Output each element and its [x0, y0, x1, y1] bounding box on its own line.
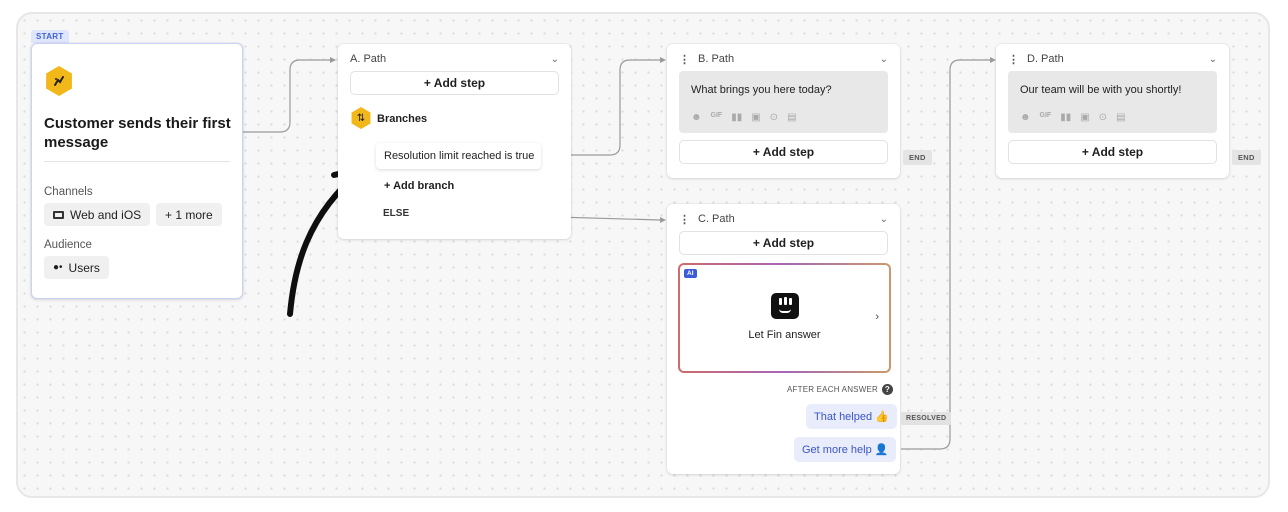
- message-bubble[interactable]: What brings you here today? ☻ GIF ▮▮ ▣ ⊙…: [679, 71, 888, 133]
- channels-label: Channels: [44, 186, 93, 198]
- chevron-down-icon[interactable]: ⌄: [880, 214, 888, 225]
- end-tag: END: [903, 150, 932, 165]
- path-a-title: A. Path: [350, 53, 387, 65]
- path-b-title: B. Path: [698, 53, 735, 65]
- trigger-title: Customer sends their first message: [44, 115, 231, 151]
- path-d-header: ⋮ D. Path ⌄: [996, 44, 1229, 74]
- question-icon[interactable]: ?: [881, 384, 893, 395]
- channel-chip[interactable]: Web and iOS: [44, 203, 151, 226]
- chevron-down-icon[interactable]: ⌄: [551, 54, 559, 65]
- more-channels-label: + 1 more: [165, 207, 213, 222]
- composer-icons: ☻ GIF ▮▮ ▣ ⊙ ▤: [691, 112, 797, 123]
- add-step-button[interactable]: + Add step: [1008, 140, 1217, 164]
- chevron-down-icon[interactable]: ⌄: [880, 54, 888, 65]
- get-more-help-reply[interactable]: Get more help 👤: [794, 437, 897, 462]
- attachment-icon[interactable]: ⊙: [1099, 112, 1107, 123]
- branches-icon: ⇅: [351, 107, 371, 129]
- image-icon[interactable]: ▣: [1080, 112, 1089, 123]
- path-c-title: C. Path: [698, 213, 735, 225]
- after-each-answer-text: AFTER EACH ANSWER: [787, 385, 878, 394]
- drag-handle-icon[interactable]: ⋮: [679, 213, 690, 226]
- article-icon[interactable]: ▮▮: [731, 112, 742, 123]
- path-d-card[interactable]: ⋮ D. Path ⌄ Our team will be with you sh…: [996, 44, 1229, 178]
- image-icon[interactable]: ▣: [751, 112, 760, 123]
- drag-handle-icon[interactable]: ⋮: [679, 53, 690, 66]
- path-b-card[interactable]: ⋮ B. Path ⌄ What brings you here today? …: [667, 44, 900, 178]
- that-helped-reply[interactable]: That helped 👍: [806, 404, 897, 429]
- path-a-header: A. Path ⌄: [338, 44, 571, 74]
- web-ios-icon: [53, 210, 64, 219]
- fin-answer-block[interactable]: AI Let Fin answer ›: [678, 263, 891, 373]
- start-tag: START: [31, 30, 69, 43]
- app-icon[interactable]: ▤: [787, 112, 796, 123]
- end-tag: END: [1232, 150, 1261, 165]
- add-branch-button[interactable]: + Add branch: [384, 180, 454, 192]
- users-icon: ●•: [53, 262, 63, 273]
- audience-chip[interactable]: ●• Users: [44, 256, 109, 279]
- after-each-answer-label: AFTER EACH ANSWER ?: [787, 384, 893, 395]
- branches-label: Branches: [377, 113, 428, 125]
- message-bubble[interactable]: Our team will be with you shortly! ☻ GIF…: [1008, 71, 1217, 133]
- fin-logo-icon: [771, 293, 799, 319]
- message-text: Our team will be with you shortly!: [1020, 84, 1182, 96]
- ai-badge: AI: [684, 269, 697, 278]
- add-step-button[interactable]: + Add step: [679, 140, 888, 164]
- composer-icons: ☻ GIF ▮▮ ▣ ⊙ ▤: [1020, 112, 1126, 123]
- path-b-header: ⋮ B. Path ⌄: [667, 44, 900, 74]
- fin-label: Let Fin answer: [748, 329, 821, 341]
- attachment-icon[interactable]: ⊙: [770, 112, 778, 123]
- message-text: What brings you here today?: [691, 84, 832, 96]
- chevron-down-icon[interactable]: ⌄: [1209, 54, 1217, 65]
- emoji-icon[interactable]: ☻: [1020, 112, 1031, 123]
- audience-label: Audience: [44, 239, 92, 251]
- app-icon[interactable]: ▤: [1116, 112, 1125, 123]
- hand-wave-icon: [46, 66, 72, 96]
- add-step-button[interactable]: + Add step: [350, 71, 559, 95]
- resolved-tag: RESOLVED: [901, 412, 952, 425]
- more-channels-chip[interactable]: + 1 more: [156, 203, 222, 226]
- path-c-header: ⋮ C. Path ⌄: [667, 204, 900, 234]
- gif-icon[interactable]: GIF: [1040, 112, 1052, 123]
- trigger-card[interactable]: Customer sends their first message Chann…: [31, 43, 243, 299]
- branch-condition[interactable]: Resolution limit reached is true: [376, 143, 541, 169]
- path-a-card[interactable]: A. Path ⌄ + Add step ⇅ Branches + Add br…: [338, 44, 571, 239]
- chevron-right-icon[interactable]: ›: [875, 311, 879, 323]
- divider: [44, 161, 230, 162]
- article-icon[interactable]: ▮▮: [1060, 112, 1071, 123]
- gif-icon[interactable]: GIF: [711, 112, 723, 123]
- path-d-title: D. Path: [1027, 53, 1064, 65]
- add-step-button[interactable]: + Add step: [679, 231, 888, 255]
- drag-handle-icon[interactable]: ⋮: [1008, 53, 1019, 66]
- emoji-icon[interactable]: ☻: [691, 112, 702, 123]
- else-label: ELSE: [383, 208, 410, 219]
- audience-chip-label: Users: [68, 260, 100, 275]
- channel-chip-label: Web and iOS: [70, 207, 142, 222]
